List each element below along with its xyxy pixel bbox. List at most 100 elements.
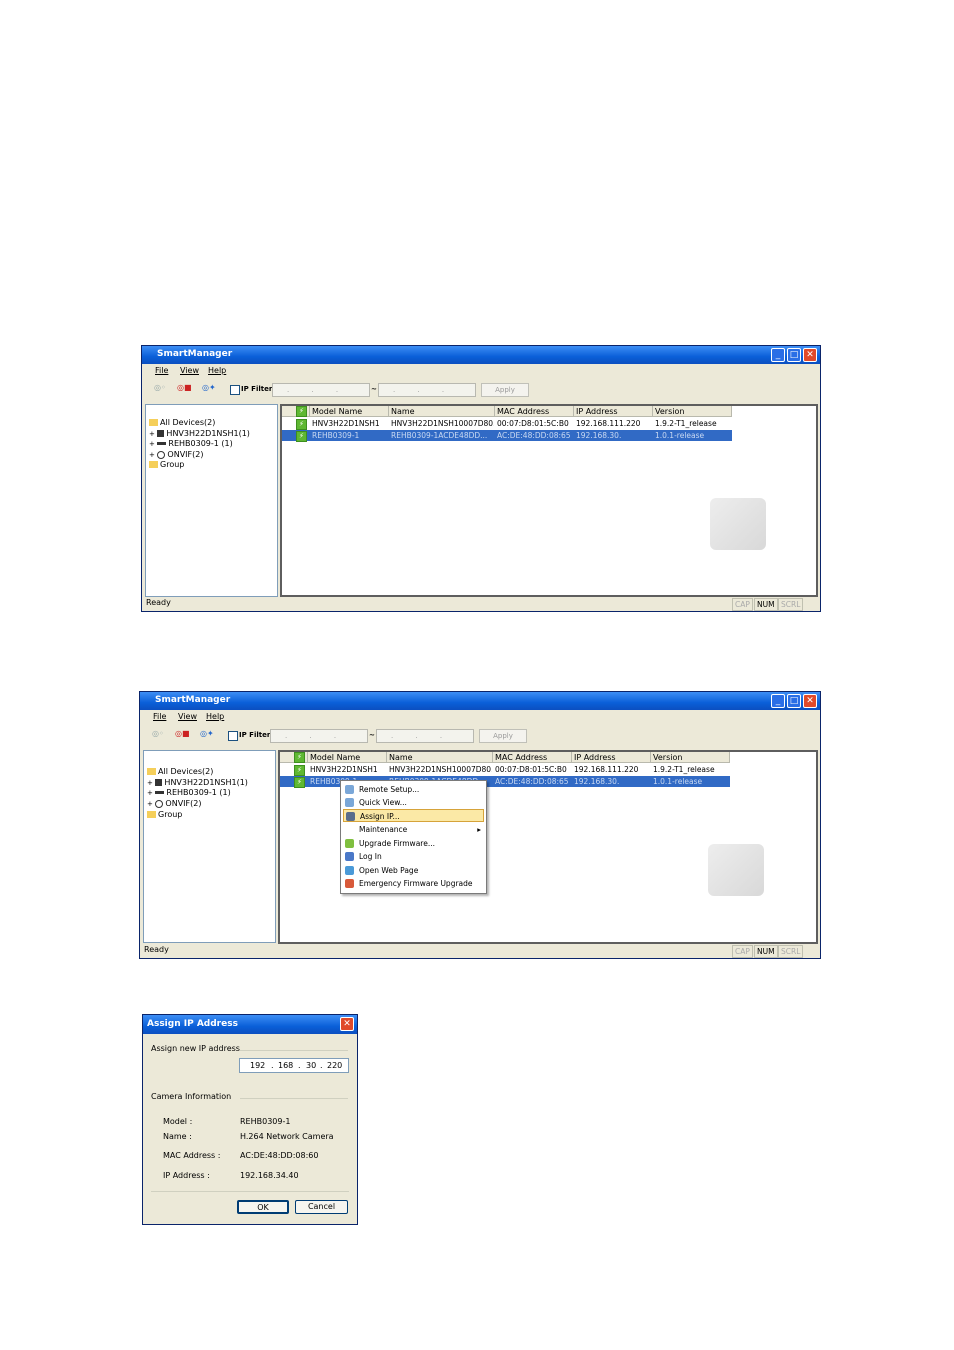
tree-item-onvif[interactable]: + ONVIF(2) [149, 450, 203, 459]
column-icon[interactable]: ⚡ [280, 752, 308, 763]
menu-item-assign-ip[interactable]: Assign IP... [343, 809, 484, 822]
column-mac-address[interactable]: MAC Address [495, 406, 574, 417]
menu-help[interactable]: Help [208, 366, 226, 375]
menu-item-emergency-upgrade[interactable]: Emergency Firmware Upgrade [343, 877, 484, 890]
model-value: REHB0309-1 [240, 1117, 291, 1126]
table-row[interactable]: ⚡ HNV3H22D1NSH1 HNV3H22D1NSH10007D80... … [282, 418, 732, 430]
menu-item-open-web-page[interactable]: Open Web Page [343, 864, 484, 877]
dialog-title-bar[interactable]: Assign IP Address ✕ [143, 1015, 357, 1034]
ip-filter-from-input[interactable]: . . . [270, 729, 368, 743]
menu-bar: File View Help [140, 710, 820, 724]
menu-item-maintenance[interactable]: Maintenance ▸ [343, 823, 484, 836]
tree-item-onvif[interactable]: + ONVIF(2) [147, 799, 201, 808]
menu-file[interactable]: File [153, 712, 166, 721]
ip-octet-2[interactable]: 168 [278, 1059, 293, 1072]
ip-filter-checkbox[interactable] [228, 731, 238, 741]
lightning-icon: ⚡ [296, 431, 307, 442]
table-row[interactable]: ⚡ HNV3H22D1NSH1 HNV3H22D1NSH10007D80... … [280, 764, 730, 776]
cancel-button[interactable]: Cancel [295, 1200, 348, 1214]
column-mac-address[interactable]: MAC Address [493, 752, 572, 763]
apply-button[interactable]: Apply [481, 383, 529, 397]
tree-item-hnv[interactable]: + HNV3H22D1NSH1(1) [149, 429, 250, 438]
tree-item-rehb[interactable]: + REHB0309-1 (1) [147, 788, 231, 797]
onvif-icon [155, 799, 164, 808]
tree-item-group[interactable]: Group [147, 810, 182, 819]
close-icon[interactable]: ✕ [803, 348, 817, 362]
ip-filter-checkbox[interactable] [230, 385, 240, 395]
cell-ip: 192.168.30. [574, 777, 620, 786]
expander-icon[interactable]: + [149, 430, 155, 438]
maximize-icon[interactable]: □ [787, 694, 801, 708]
expander-icon[interactable]: + [147, 800, 153, 808]
num-indicator: NUM [754, 945, 778, 958]
tree-item-all-devices[interactable]: All Devices(2) [149, 418, 215, 427]
title-bar[interactable]: SmartManager _ □ ✕ [142, 346, 820, 364]
cell-version: 1.0.1-release [653, 777, 703, 786]
search-devices-icon[interactable]: ◎◦ [152, 729, 172, 742]
cell-model: HNV3H22D1NSH1 [310, 765, 378, 774]
column-model-name[interactable]: Model Name [308, 752, 387, 763]
expander-icon[interactable]: + [147, 789, 153, 797]
camera-icon [157, 430, 165, 437]
menu-item-quick-view[interactable]: Quick View... [343, 796, 484, 809]
maximize-icon[interactable]: □ [787, 348, 801, 362]
expander-icon[interactable]: + [149, 451, 155, 459]
ok-button[interactable]: OK [237, 1200, 289, 1214]
menu-item-upgrade-firmware[interactable]: Upgrade Firmware... [343, 837, 484, 850]
assign-ip-dialog: Assign IP Address ✕ Assign new IP addres… [142, 1014, 358, 1225]
close-icon[interactable]: ✕ [803, 694, 817, 708]
remove-device-icon[interactable]: ◎■ [175, 729, 195, 742]
ip-filter-from-input[interactable]: . . . [272, 383, 370, 397]
tree-item-group[interactable]: Group [149, 460, 184, 469]
column-version[interactable]: Version [651, 752, 730, 763]
dialog-title: Assign IP Address [147, 1019, 238, 1029]
column-model-name[interactable]: Model Name [310, 406, 389, 417]
column-version[interactable]: Version [653, 406, 732, 417]
ip-octet-3[interactable]: 30 [306, 1059, 316, 1072]
ip-octet-4[interactable]: 220 [327, 1059, 342, 1072]
search-devices-icon[interactable]: ◎◦ [154, 383, 174, 396]
menu-item-remote-setup[interactable]: Remote Setup... [343, 783, 484, 796]
column-icon[interactable]: ⚡ [282, 406, 310, 417]
column-ip-address[interactable]: IP Address [572, 752, 651, 763]
column-name[interactable]: Name [387, 752, 493, 763]
remove-device-icon[interactable]: ◎■ [177, 383, 197, 396]
expander-icon[interactable]: + [147, 779, 153, 787]
lightning-icon: ⚡ [296, 419, 307, 430]
menu-file[interactable]: File [155, 366, 168, 375]
menu-view[interactable]: View [180, 366, 199, 375]
cell-name: HNV3H22D1NSH10007D80... [391, 419, 494, 428]
menu-help[interactable]: Help [206, 712, 224, 721]
device-tree-panel: All Devices(2) + HNV3H22D1NSH1(1) + REHB… [145, 404, 278, 597]
smartmanager-window-2: SmartManager _ □ ✕ File View Help ◎◦ ◎■ … [139, 691, 821, 959]
minimize-icon[interactable]: _ [771, 694, 785, 708]
refresh-devices-icon[interactable]: ◎✦ [200, 729, 220, 742]
title-bar[interactable]: SmartManager _ □ ✕ [140, 692, 820, 710]
menu-item-log-in[interactable]: Log In [343, 850, 484, 863]
ip-filter-to-input[interactable]: . . . [376, 729, 474, 743]
folder-icon [147, 811, 156, 818]
ip-octet-1[interactable]: 192 [250, 1059, 265, 1072]
ip-address-input[interactable]: 192 . 168 . 30 . 220 [239, 1058, 349, 1073]
lightning-icon: ⚡ [294, 765, 305, 776]
expander-icon[interactable]: + [149, 440, 155, 448]
minimize-icon[interactable]: _ [771, 348, 785, 362]
lightning-icon: ⚡ [294, 777, 305, 788]
tree-item-all-devices[interactable]: All Devices(2) [147, 767, 213, 776]
refresh-devices-icon[interactable]: ◎✦ [202, 383, 222, 396]
upgrade-icon [345, 839, 354, 848]
close-icon[interactable]: ✕ [340, 1017, 354, 1031]
apply-button[interactable]: Apply [479, 729, 527, 743]
tree-item-hnv[interactable]: + HNV3H22D1NSH1(1) [147, 778, 248, 787]
column-name[interactable]: Name [389, 406, 495, 417]
column-ip-address[interactable]: IP Address [574, 406, 653, 417]
table-row-selected[interactable]: ⚡ REHB0309-1 REHB0309-1ACDE48DD... AC:DE… [282, 430, 732, 442]
tree-item-rehb[interactable]: + REHB0309-1 (1) [149, 439, 233, 448]
ip-filter-to-input[interactable]: . . . [378, 383, 476, 397]
section-camera-info-label: Camera Information [151, 1092, 232, 1101]
ip-filter-label: IP Filter: [241, 385, 276, 393]
cell-model: HNV3H22D1NSH1 [312, 419, 380, 428]
onvif-icon [157, 450, 166, 459]
cell-ip: 192.168.111.220 [576, 419, 641, 428]
menu-view[interactable]: View [178, 712, 197, 721]
